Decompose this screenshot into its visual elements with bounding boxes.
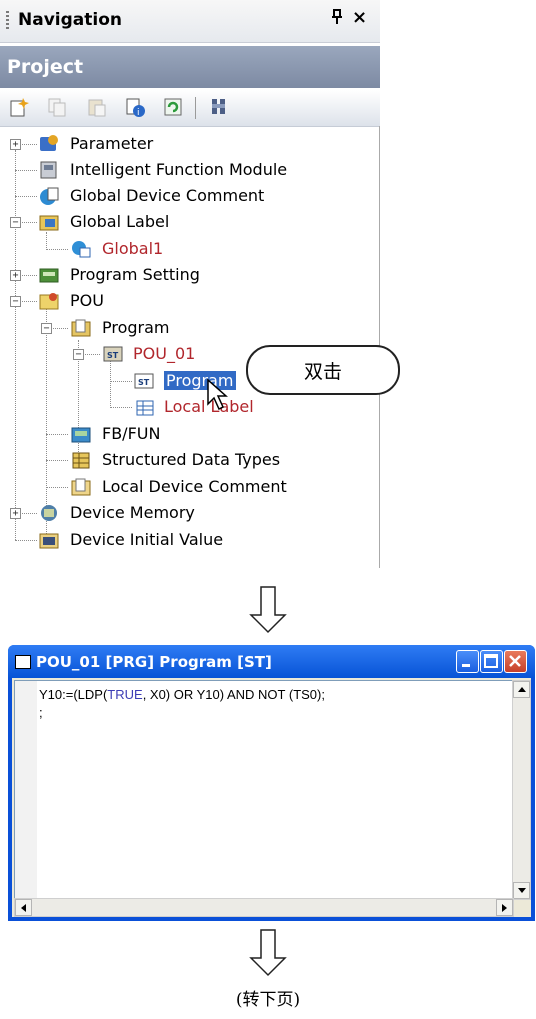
editor-gutter [15,681,37,898]
structured-data-icon [70,449,92,471]
grip-handle[interactable] [6,11,9,31]
project-header[interactable]: Project [0,46,380,88]
tree-item-intelligent-function-module[interactable]: Intelligent Function Module [70,160,287,179]
parameter-icon [38,133,60,155]
scroll-left-button[interactable] [15,899,32,916]
horizontal-scrollbar[interactable] [14,898,514,917]
tree-item-device-initial-value[interactable]: Device Initial Value [70,530,223,549]
paste-icon[interactable] [86,96,108,118]
navigation-panel: Navigation × Project i + − + − − − + Par… [0,0,380,568]
tree-item-program-folder[interactable]: Program [102,318,170,337]
code-text: Y10:=(LDP( [39,687,108,702]
tree-line [46,434,68,435]
property-icon[interactable]: i [124,96,146,118]
device-initial-value-icon [38,529,60,551]
tree-item-local-device-comment[interactable]: Local Device Comment [102,477,287,496]
tree-line [110,381,132,382]
new-data-icon[interactable] [8,96,30,118]
program-setting-icon [38,264,60,286]
double-click-callout: 双击 [246,345,400,395]
st-window-icon [15,655,31,669]
project-label: Project [7,56,84,78]
down-arrow-icon [248,585,288,639]
comment-icon [38,185,60,207]
pou-folder-icon [38,290,60,312]
program-folder-icon [70,317,92,339]
fb-fun-icon [70,423,92,445]
callout-text: 双击 [303,361,342,383]
tree-line [15,540,37,541]
st-program-icon: ST [102,343,124,365]
device-memory-icon [38,502,60,524]
toolbar-separator [195,97,196,119]
collapse-toggle[interactable]: − [10,296,21,307]
down-arrow-icon [248,928,288,982]
code-line-1: Y10:=(LDP(TRUE, X0) OR Y10) AND NOT (TS0… [39,687,325,702]
label-folder-icon [38,211,60,233]
svg-text:i: i [137,108,140,118]
local-comment-icon [70,476,92,498]
tree-line [15,196,37,197]
tree-line [46,460,68,461]
global-label-icon [70,238,92,260]
tree-item-parameter[interactable]: Parameter [70,134,153,153]
maximize-button[interactable] [480,650,503,673]
collapse-toggle[interactable]: − [73,349,84,360]
navigation-title-bar: Navigation × [0,0,380,43]
copy-icon[interactable] [46,96,68,118]
module-icon [38,159,60,181]
tree-item-pou[interactable]: POU [70,291,104,310]
code-line-2: ; [39,705,43,720]
collapse-toggle[interactable]: − [41,323,52,334]
window-title: POU_01 [PRG] Program [ST] [36,653,272,671]
expand-toggle[interactable]: + [10,139,21,150]
continued-note: (转下页) [235,990,301,1010]
collapse-toggle[interactable]: − [10,217,21,228]
minimize-button[interactable] [456,650,479,673]
tree-item-global-label[interactable]: Global Label [70,212,169,231]
tree-line [15,170,37,171]
local-label-icon [133,396,155,418]
tree-line [15,150,16,540]
window-title-bar[interactable]: POU_01 [PRG] Program [ST] [8,645,535,678]
scroll-up-button[interactable] [513,681,530,698]
tree-line [110,360,111,408]
code-keyword: TRUE [107,687,143,702]
expand-toggle[interactable]: + [10,270,21,281]
mouse-cursor-icon [206,378,230,416]
tree-item-pou-01[interactable]: POU_01 [133,344,195,363]
tree-line [46,487,68,488]
vertical-scrollbar[interactable] [512,680,531,900]
close-icon[interactable]: × [352,7,367,28]
close-button[interactable] [504,650,527,673]
tree-item-global1[interactable]: Global1 [102,239,163,258]
find-icon[interactable] [208,96,230,118]
expand-toggle[interactable]: + [10,508,21,519]
tree-line [46,249,68,250]
pin-icon[interactable] [330,8,344,31]
tree-line [110,407,132,408]
tree-line [46,232,47,250]
tree-item-structured-data-types[interactable]: Structured Data Types [102,450,280,469]
tree-item-global-device-comment[interactable]: Global Device Comment [70,186,264,205]
svg-text:ST: ST [107,351,119,360]
navigation-title: Navigation [18,10,122,30]
svg-text:ST: ST [138,378,150,387]
window-client-area: Y10:=(LDP(TRUE, X0) OR Y10) AND NOT (TS0… [12,678,531,917]
st-body-icon: ST [133,370,155,392]
tree-item-device-memory[interactable]: Device Memory [70,503,195,522]
editor-window: POU_01 [PRG] Program [ST] Y10:=(LDP(TRUE… [8,645,535,921]
tree-item-program-setting[interactable]: Program Setting [70,265,200,284]
scroll-down-button[interactable] [513,882,530,899]
st-code-editor[interactable]: Y10:=(LDP(TRUE, X0) OR Y10) AND NOT (TS0… [14,680,513,899]
tree-item-fb-fun[interactable]: FB/FUN [102,424,160,443]
code-text: , X0) OR Y10) AND NOT (TS0); [142,687,325,702]
scroll-right-button[interactable] [496,899,513,916]
navigation-toolbar: i [0,90,380,127]
refresh-icon[interactable] [162,96,184,118]
